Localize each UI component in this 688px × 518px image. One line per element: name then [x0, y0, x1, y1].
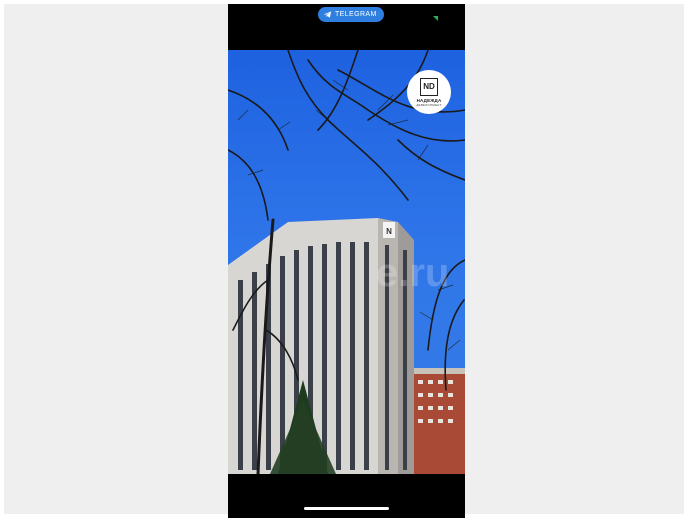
- video-player[interactable]: N e.ru ND НАДЕЖДА ДЕВЕЛОПМЕНТ: [228, 50, 465, 474]
- phone-screen: TELEGRAM N e.ru ND НАДЕЖДА ДЕВЕЛОПМЕНТ: [228, 4, 465, 518]
- home-indicator[interactable]: [304, 507, 389, 510]
- developer-logo-icon: ND: [420, 77, 438, 96]
- telegram-label: TELEGRAM: [335, 11, 377, 18]
- status-corner-icon: [433, 16, 438, 21]
- paper-plane-icon: [323, 11, 332, 18]
- watermark-text: e.ru: [376, 251, 449, 295]
- telegram-button[interactable]: TELEGRAM: [318, 7, 384, 22]
- svg-text:N: N: [386, 227, 392, 236]
- background-building: [414, 368, 465, 474]
- developer-logo-badge: ND НАДЕЖДА ДЕВЕЛОПМЕНТ: [407, 70, 451, 114]
- developer-logo-sub: ДЕВЕЛОПМЕНТ: [416, 102, 442, 107]
